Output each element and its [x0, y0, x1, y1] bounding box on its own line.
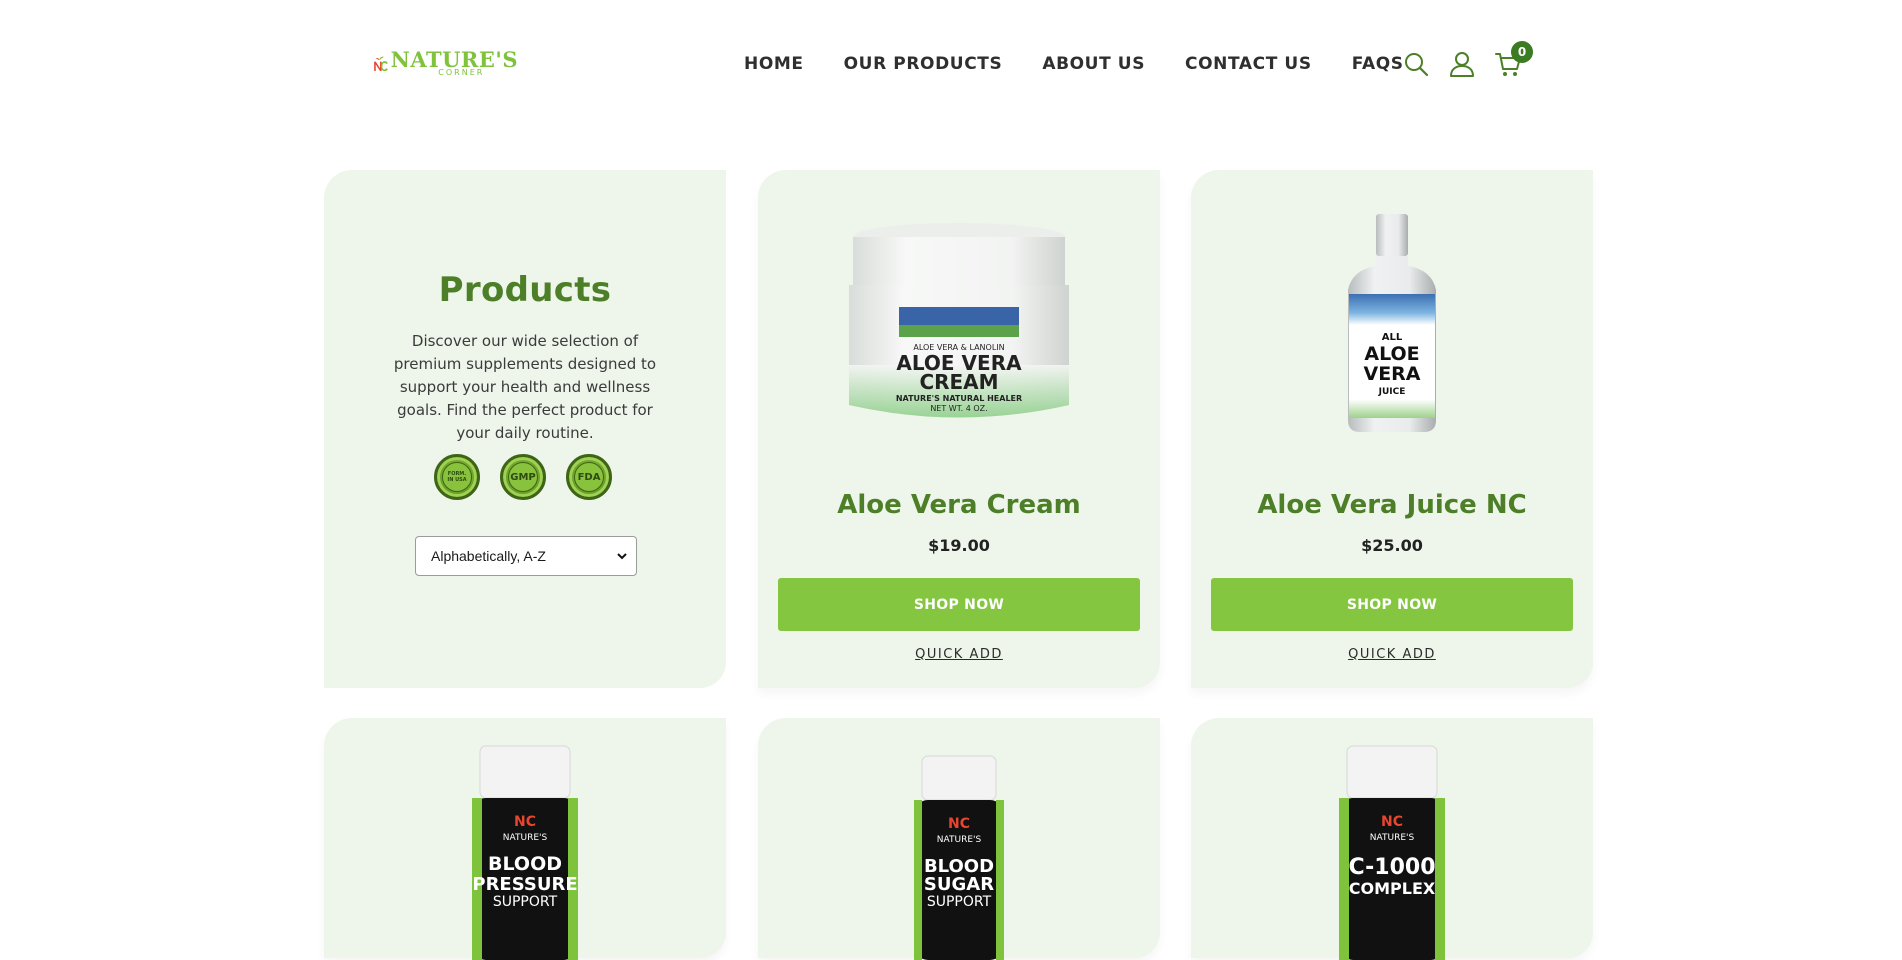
bottle-line2: COMPLEX [1349, 879, 1436, 898]
nc-logo-icon [374, 56, 388, 72]
search-icon [1405, 53, 1429, 77]
made-in-usa-badge-icon: FORM. IN USA [434, 454, 480, 500]
bottle-line2: SUGAR [924, 874, 994, 895]
juice-label-line2: ALOE [1364, 343, 1419, 365]
shop-now-button[interactable]: SHOP NOW [1211, 578, 1573, 631]
chevron-down-icon [617, 553, 627, 560]
bottle-line1: BLOOD [488, 853, 562, 875]
sort-selected-value: Alphabetically, A-Z [431, 548, 546, 564]
cart-button[interactable]: 0 [1493, 41, 1533, 79]
jar-label-line3: CREAM [919, 370, 998, 394]
header-actions: 0 [1401, 41, 1539, 82]
site-logo[interactable]: NATURE'S CORNER [373, 40, 518, 88]
bottle-line1: C-1000 [1348, 855, 1435, 880]
nav-our-products[interactable]: OUR PRODUCTS [844, 54, 1003, 74]
main-nav: HOME OUR PRODUCTS ABOUT US CONTACT US FA… [744, 50, 1444, 78]
svg-text:NC: NC [948, 816, 970, 832]
product-image[interactable]: ALOE VERA & LANOLIN ALOE VERA CREAM NATU… [758, 210, 1160, 440]
product-image[interactable]: NC NATURE'S BLOOD PRESSURE SUPPORT [324, 740, 726, 960]
supplement-bottle-image: NC NATURE'S C-1000 COMPLEX [1339, 745, 1445, 960]
product-price: $25.00 [1361, 536, 1423, 555]
nav-about-us[interactable]: ABOUT US [1042, 54, 1145, 74]
bottle-line3: SUPPORT [927, 894, 992, 910]
nav-contact-us[interactable]: CONTACT US [1185, 54, 1312, 74]
bottle-line3: SUPPORT [493, 894, 558, 910]
bottle-brand: NATURE'S [1370, 833, 1415, 843]
nav-home[interactable]: HOME [744, 54, 804, 74]
quick-add-link[interactable]: QUICK ADD [1191, 647, 1593, 662]
product-image[interactable]: ALL ALOE VERA JUICE [1191, 210, 1593, 440]
aloe-vera-cream-jar-image: ALOE VERA & LANOLIN ALOE VERA CREAM NATU… [849, 223, 1069, 418]
product-price: $19.00 [928, 536, 990, 555]
page-title: Products [438, 270, 612, 310]
gmp-badge-icon: GMP [500, 454, 546, 500]
shop-now-button[interactable]: SHOP NOW [778, 578, 1140, 631]
nav-faqs[interactable]: FAQS [1352, 54, 1404, 74]
product-card: NC NATURE'S C-1000 COMPLEX [1191, 718, 1593, 960]
product-card: ALOE VERA & LANOLIN ALOE VERA CREAM NATU… [758, 170, 1160, 688]
svg-text:NC: NC [1381, 814, 1403, 830]
products-intro-card: Products Discover our wide selection of … [324, 170, 726, 688]
quick-add-link[interactable]: QUICK ADD [758, 647, 1160, 662]
aloe-vera-juice-bottle-image: ALL ALOE VERA JUICE [1348, 214, 1436, 432]
product-card: NC NATURE'S BLOOD PRESSURE SUPPORT [324, 718, 726, 960]
jar-label-line5: NET WT. 4 OZ. [930, 404, 987, 413]
product-title[interactable]: Aloe Vera Juice NC [1191, 490, 1593, 520]
cart-count-badge: 0 [1511, 41, 1533, 63]
juice-label-line3: VERA [1363, 363, 1420, 385]
fda-badge-icon: FDA [566, 454, 612, 500]
juice-label-line1: ALL [1382, 332, 1403, 343]
sort-select[interactable]: Alphabetically, A-Z [415, 536, 637, 576]
search-button[interactable] [1401, 49, 1431, 79]
account-button[interactable] [1447, 49, 1477, 79]
svg-text:NC: NC [514, 814, 536, 830]
site-header: NATURE'S CORNER HOME OUR PRODUCTS ABOUT … [0, 0, 1902, 128]
bottle-brand: NATURE'S [503, 833, 548, 843]
supplement-bottle-image: NC NATURE'S BLOOD PRESSURE SUPPORT [472, 745, 578, 960]
product-card: ALL ALOE VERA JUICE Aloe Vera Juice NC $… [1191, 170, 1593, 688]
bottle-brand: NATURE'S [937, 835, 982, 845]
bottle-line2: PRESSURE [472, 874, 577, 895]
product-card: NC NATURE'S BLOOD SUGAR SUPPORT [758, 718, 1160, 960]
certification-badges: FORM. IN USA GMP FDA [434, 454, 632, 500]
jar-label-line4: NATURE'S NATURAL HEALER [896, 394, 1022, 403]
intro-description: Discover our wide selection of premium s… [393, 332, 657, 442]
supplement-bottle-image: NC NATURE'S BLOOD SUGAR SUPPORT [914, 755, 1004, 960]
product-image[interactable]: NC NATURE'S C-1000 COMPLEX [1191, 740, 1593, 960]
user-icon [1450, 52, 1474, 77]
product-image[interactable]: NC NATURE'S BLOOD SUGAR SUPPORT [758, 740, 1160, 960]
juice-label-line4: JUICE [1378, 387, 1406, 397]
product-title[interactable]: Aloe Vera Cream [758, 490, 1160, 520]
